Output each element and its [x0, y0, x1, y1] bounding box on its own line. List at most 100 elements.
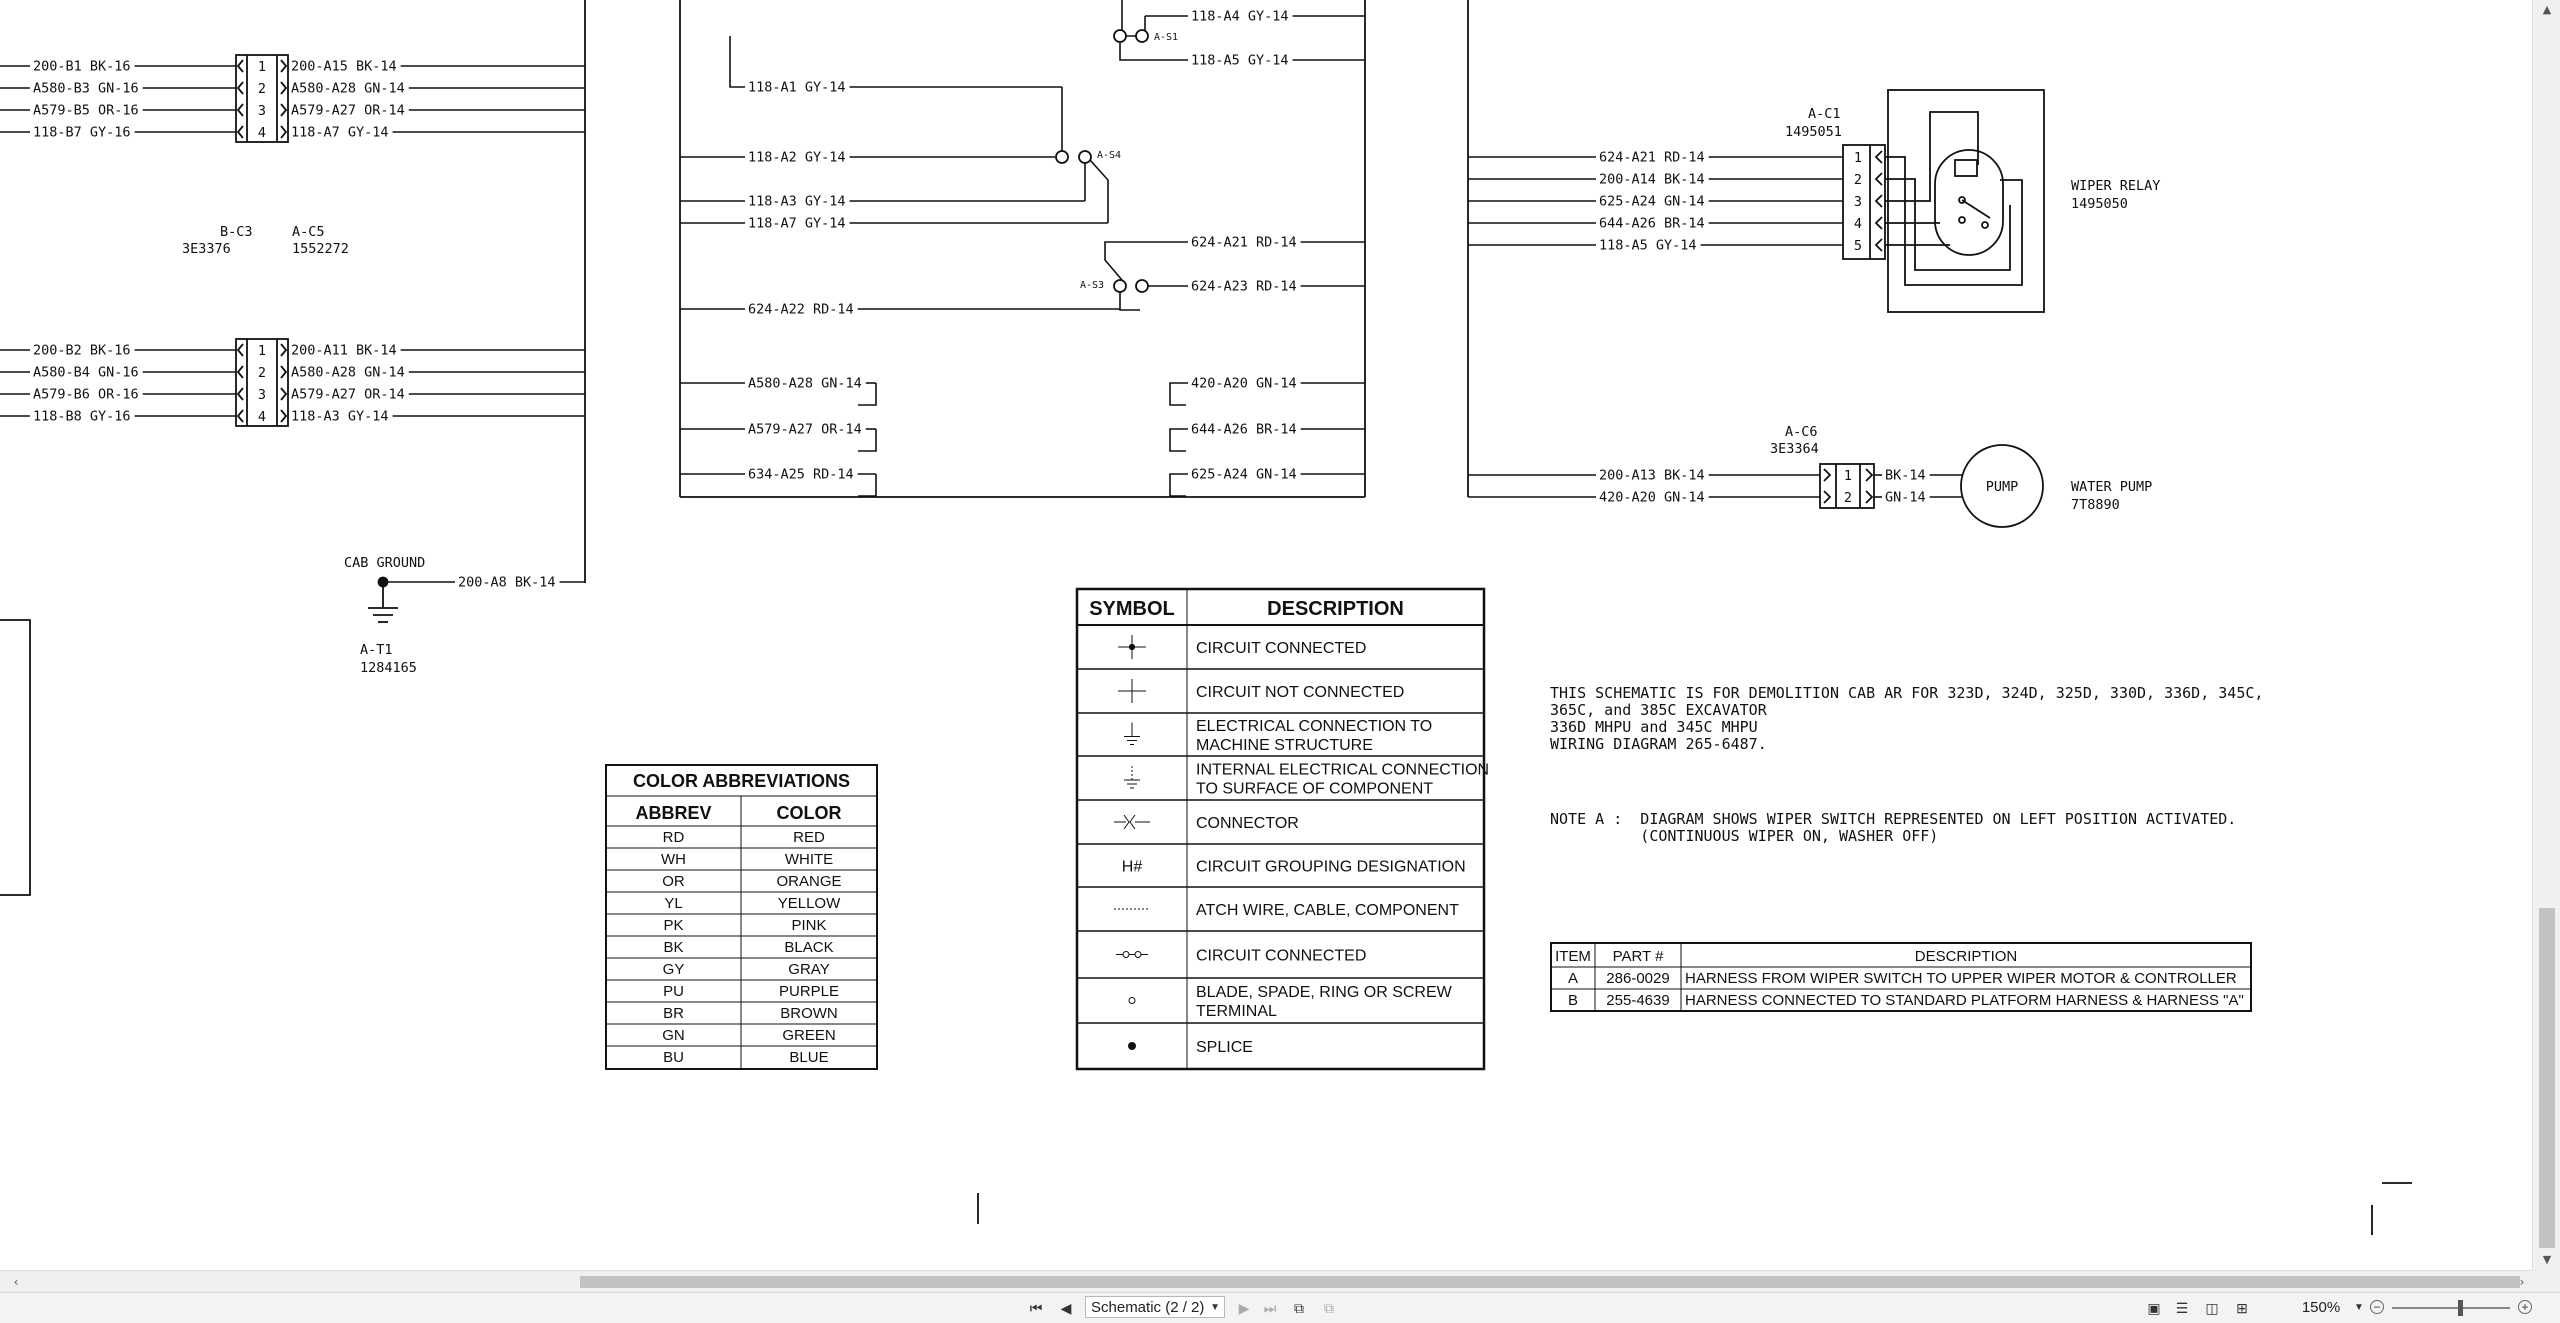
- pump-name: WATER PUMP: [2071, 479, 2152, 495]
- color-table-cell: PK: [663, 917, 683, 934]
- color-table-cell: PURPLE: [779, 983, 839, 1000]
- harness-header: DESCRIPTION: [1915, 948, 2018, 965]
- switch-contact: [1113, 279, 1127, 293]
- wire-label: 625-A24 GN-14: [1191, 467, 1297, 483]
- wire-label: 200-A15 BK-14: [291, 59, 397, 75]
- first-page-icon[interactable]: ⏮: [1024, 1297, 1048, 1319]
- pin-chevron: [280, 81, 288, 95]
- wire-path: [1119, 42, 1188, 61]
- continuous-view-icon[interactable]: ☰: [2170, 1297, 2194, 1319]
- scroll-up-icon[interactable]: ▲: [2533, 0, 2560, 20]
- wire-label: A580-B3 GN-16: [33, 81, 139, 97]
- note-a-line: (CONTINUOUS WIPER ON, WASHER OFF): [1550, 827, 1938, 845]
- paste-page-icon[interactable]: ⧉: [1317, 1297, 1341, 1319]
- wire-label: 644-A26 BR-14: [1191, 422, 1297, 438]
- copy-page-icon[interactable]: ⧉: [1287, 1297, 1311, 1319]
- prev-page-icon[interactable]: ◀: [1054, 1297, 1078, 1319]
- pin-number: 1: [258, 343, 266, 359]
- off-page-box: [0, 619, 31, 896]
- pin-chevron: [280, 387, 288, 401]
- harness-cell: 255-4639: [1606, 992, 1669, 1009]
- scroll-down-icon[interactable]: ▼: [2533, 1250, 2560, 1270]
- color-table-cell: RED: [793, 829, 825, 846]
- legend-description: ELECTRICAL CONNECTION TO: [1196, 718, 1432, 735]
- relay-name: WIPER RELAY: [2071, 178, 2160, 194]
- wire-path: [858, 474, 877, 497]
- scroll-right-icon[interactable]: ›: [2512, 1271, 2532, 1293]
- harness-cell: HARNESS FROM WIPER SWITCH TO UPPER WIPER…: [1685, 970, 2237, 987]
- color-table-cell: GRAY: [788, 961, 829, 978]
- last-page-icon[interactable]: ⏭: [1258, 1297, 1282, 1319]
- color-table-cell: BR: [663, 1005, 684, 1022]
- zoom-level[interactable]: 150%: [2286, 1297, 2356, 1319]
- facing-view-icon[interactable]: ◫: [2200, 1297, 2224, 1319]
- switch-label: A-S4: [1097, 150, 1121, 161]
- pin-number: 1: [1844, 468, 1852, 484]
- circuit-connected-circles-icon: [1116, 951, 1148, 958]
- scroll-left-icon[interactable]: ‹: [6, 1271, 26, 1293]
- pin-number: 1: [258, 59, 266, 75]
- harness-table: ITEM PART # DESCRIPTION A 286-0029 HARNESS FR…: [1550, 942, 2252, 1012]
- color-table-cell: WHITE: [785, 851, 833, 868]
- vertical-scroll-thumb[interactable]: [2539, 908, 2555, 1248]
- wire-label: A580-B4 GN-16: [33, 365, 139, 381]
- scrollbar-corner: [2532, 1270, 2560, 1292]
- pin-number: 4: [1854, 216, 1862, 232]
- ground-part: 1284165: [360, 660, 417, 676]
- document-viewport[interactable]: B-C41552272A-C43E33761200-B1 BK-16200-A1…: [0, 0, 2532, 1270]
- horizontal-scrollbar[interactable]: ‹ ›: [0, 1270, 2532, 1293]
- pin-chevron: [280, 409, 288, 423]
- wire-label: 624-A21 RD-14: [1191, 235, 1297, 251]
- horizontal-scroll-thumb[interactable]: [580, 1276, 2520, 1288]
- next-page-icon[interactable]: ▶: [1232, 1297, 1256, 1319]
- facing-continuous-view-icon[interactable]: ⊞: [2230, 1297, 2254, 1319]
- wire-label: A579-A27 OR-14: [748, 422, 862, 438]
- dot: [1128, 643, 1136, 651]
- wire-label: 634-A25 RD-14: [748, 467, 854, 483]
- pin-chevron: [1874, 172, 1883, 186]
- relay-switch: [1961, 199, 1991, 219]
- color-table-cell: BK: [663, 939, 683, 956]
- color-table-cell: GY: [663, 961, 685, 978]
- note-a-line: NOTE A : DIAGRAM SHOWS WIPER SWITCH REPR…: [1550, 810, 2236, 828]
- wire-label: A579-B6 OR-16: [33, 387, 139, 403]
- wire-label: 644-A26 BR-14: [1599, 216, 1705, 232]
- legend-description: INTERNAL ELECTRICAL CONNECTION: [1196, 762, 1489, 779]
- wire-label: 118-A4 GY-14: [1191, 9, 1289, 25]
- pin-chevron: [1874, 194, 1883, 208]
- harness-header: PART #: [1613, 948, 1665, 965]
- relay-part: 1495050: [2071, 196, 2128, 212]
- status-bar: ⏮ ◀ Schematic (2 / 2) ▼ ▶ ⏭ ⧉ ⧉ ▣ ☰ ◫ ⊞ …: [0, 1292, 2560, 1323]
- zoom-in-icon[interactable]: +: [2518, 1300, 2532, 1314]
- legend-description: ATCH WIRE, CABLE, COMPONENT: [1196, 902, 1459, 919]
- pin-number: 2: [258, 365, 266, 381]
- zoom-slider-thumb[interactable]: [2458, 1300, 2463, 1316]
- harness-cell: B: [1568, 992, 1578, 1009]
- pin-chevron: [236, 409, 244, 423]
- single-page-view-icon[interactable]: ▣: [2142, 1297, 2166, 1319]
- pin-number: 3: [258, 103, 266, 119]
- pin-number: 3: [1854, 194, 1862, 210]
- switch-contact: [1113, 29, 1127, 43]
- symbol-text: H#: [1122, 859, 1143, 876]
- ring: [1134, 951, 1142, 958]
- wire-label: 200-A11 BK-14: [291, 343, 397, 359]
- wire-path: [1129, 814, 1136, 830]
- zoom-out-icon[interactable]: −: [2370, 1300, 2384, 1314]
- vertical-scrollbar[interactable]: ▲ ▼: [2532, 0, 2560, 1270]
- zoom-dropdown-icon[interactable]: ▼: [2354, 1297, 2364, 1319]
- wire-label: 625-A24 GN-14: [1599, 194, 1705, 210]
- pin-chevron: [1874, 216, 1883, 230]
- page-selector[interactable]: Schematic (2 / 2) ▼: [1085, 1296, 1225, 1318]
- zoom-slider[interactable]: [2392, 1307, 2510, 1309]
- legend-description: SPLICE: [1196, 1039, 1253, 1056]
- color-table-cell: RD: [663, 829, 685, 846]
- wire-label: A579-A27 OR-14: [291, 387, 405, 403]
- wire-label: 118-A5 GY-14: [1599, 238, 1697, 254]
- wire-label: 118-A5 GY-14: [1191, 53, 1289, 69]
- ring: [1122, 951, 1130, 958]
- schematic-labels: B-C41552272A-C43E33761200-B1 BK-16200-A1…: [33, 9, 2263, 846]
- wire-path: [1169, 382, 1188, 406]
- color-table-cell: YELLOW: [778, 895, 841, 912]
- pin-chevron: [280, 59, 288, 73]
